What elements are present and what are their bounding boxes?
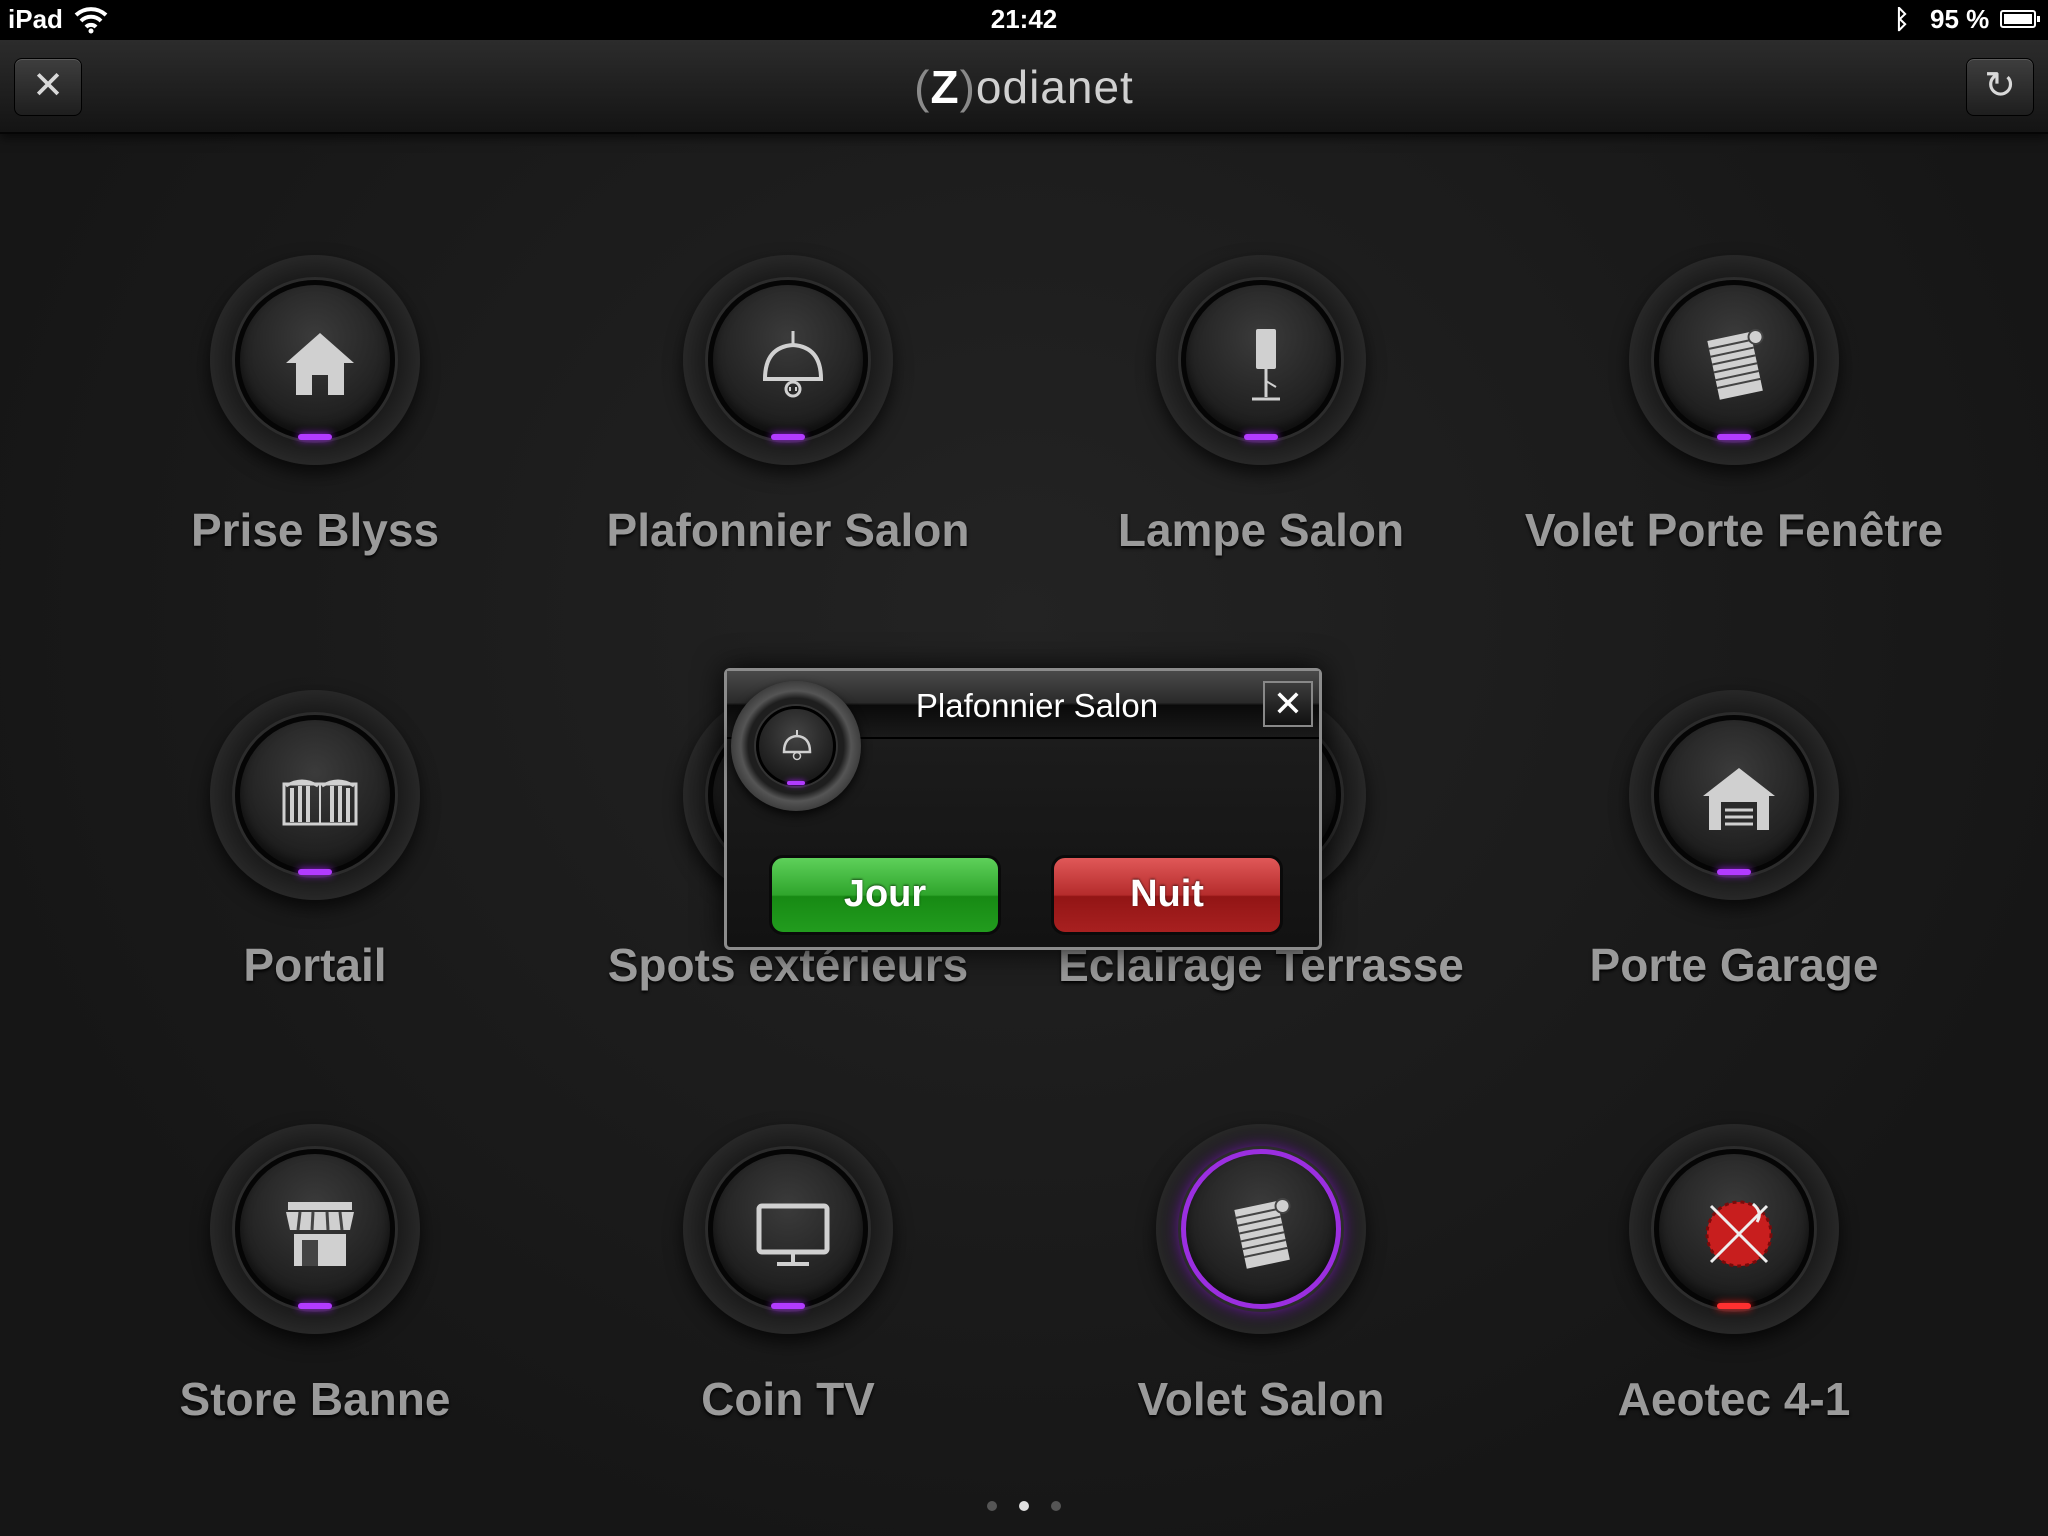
shutter-icon <box>1707 328 1764 400</box>
device-tile[interactable]: Coin TV <box>578 1124 998 1464</box>
gate-icon <box>282 779 358 826</box>
page-dot[interactable] <box>1051 1501 1061 1511</box>
refresh-button[interactable]: ↻ <box>1966 58 2034 116</box>
status-glow <box>298 869 332 875</box>
device-knob-button[interactable] <box>683 1124 893 1334</box>
device-tile[interactable]: Volet Porte Fenêtre <box>1524 255 1944 595</box>
device-tile[interactable]: Store Banne <box>105 1124 525 1464</box>
close-icon: ✕ <box>1272 683 1304 724</box>
device-knob-button[interactable] <box>1156 1124 1366 1334</box>
status-glow <box>771 1303 805 1309</box>
device-tile[interactable]: Plafonnier Salon <box>578 255 998 595</box>
page-dot[interactable] <box>987 1501 997 1511</box>
bluetooth-icon: ᛒ <box>1894 4 1910 34</box>
tv-icon <box>756 1203 830 1266</box>
app-logo: (Z)odianet <box>914 61 1134 113</box>
device-label: Prise Blyss <box>190 504 440 556</box>
status-glow <box>1717 434 1751 440</box>
clock: 21:42 <box>990 4 1058 34</box>
popup-close-button[interactable]: ✕ <box>1263 681 1313 727</box>
night-mode-button[interactable]: Nuit <box>1051 855 1283 935</box>
device-knob-button[interactable] <box>1629 255 1839 465</box>
page-dot[interactable] <box>1019 1501 1029 1511</box>
status-glow <box>298 434 332 440</box>
device-label: Volet Salon <box>1137 1373 1385 1425</box>
status-bar: iPad 21:42 ᛒ 95 % <box>0 0 2048 40</box>
battery-percent: 95 % <box>1930 4 1990 34</box>
device-label: Portail <box>243 939 387 991</box>
refresh-icon: ↻ <box>1984 65 2016 107</box>
device-tile[interactable]: Aeotec 4-1 <box>1524 1124 1944 1464</box>
garage-icon <box>1703 768 1775 830</box>
device-knob-button[interactable] <box>1629 1124 1839 1334</box>
page-indicator[interactable] <box>0 1498 2048 1516</box>
house-icon <box>286 333 354 395</box>
device-label: Porte Garage <box>1589 939 1879 991</box>
nav-bar: ✕ (Z)odianet ↻ <box>0 40 2048 134</box>
status-glow <box>1717 1303 1751 1309</box>
status-glow <box>1717 869 1751 875</box>
device-tile[interactable]: Lampe Salon <box>1051 255 1471 595</box>
device-knob-button[interactable] <box>1629 690 1839 900</box>
device-knob-button[interactable] <box>683 255 893 465</box>
ceiling-lamp-icon <box>762 331 824 398</box>
device-label: Lampe Salon <box>1117 504 1405 556</box>
status-glow <box>298 1303 332 1309</box>
device-label: Coin TV <box>701 1373 875 1425</box>
device-popup: Plafonnier Salon ✕ Jour Nuit <box>724 668 1322 950</box>
status-glow <box>1244 434 1278 440</box>
popup-title: Plafonnier Salon <box>915 687 1159 724</box>
device-label: Plafonnier Salon <box>606 504 970 556</box>
floor-lamp-icon <box>1252 329 1280 401</box>
device-tile[interactable]: Volet Salon <box>1051 1124 1471 1464</box>
device-label: Store Banne <box>179 1373 451 1425</box>
popup-device-knob <box>731 681 861 811</box>
device-knob-button[interactable] <box>1156 255 1366 465</box>
awning-icon <box>286 1202 354 1266</box>
device-label: Volet Porte Fenêtre <box>1524 504 1944 556</box>
device-tile[interactable]: Prise Blyss <box>105 255 525 595</box>
shutter-icon <box>1234 1197 1291 1269</box>
device-knob-button[interactable] <box>210 255 420 465</box>
device-tile[interactable]: Portail <box>105 690 525 1030</box>
device-knob-button[interactable] <box>210 690 420 900</box>
status-glow <box>771 434 805 440</box>
ceiling-lamp-icon <box>782 730 812 761</box>
day-mode-button[interactable]: Jour <box>769 855 1001 935</box>
battery-icon <box>2000 10 2040 28</box>
device-tile[interactable]: Porte Garage <box>1524 690 1944 1030</box>
device-label: Aeotec 4-1 <box>1617 1373 1851 1425</box>
device-knob-button[interactable] <box>210 1124 420 1334</box>
sensor-disabled-icon <box>1705 1200 1773 1268</box>
